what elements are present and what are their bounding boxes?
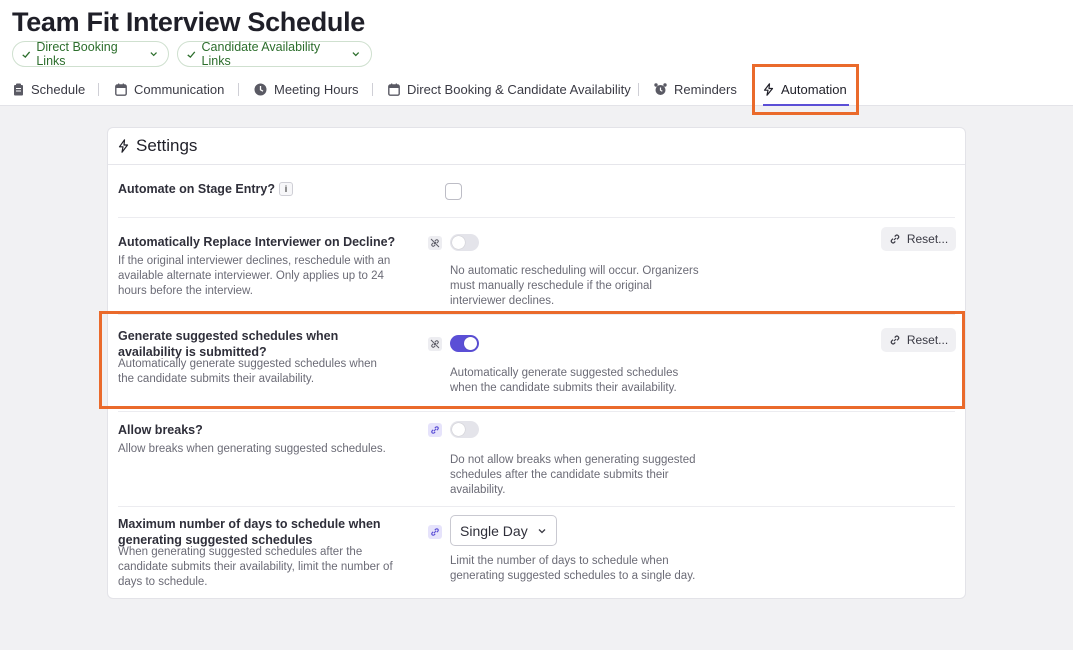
check-icon bbox=[187, 50, 196, 58]
row-divider bbox=[118, 217, 955, 218]
calendar-icon bbox=[115, 83, 127, 96]
max-days-select[interactable]: Single Day bbox=[450, 515, 557, 546]
tab-reminders[interactable]: Reminders bbox=[654, 78, 737, 100]
setting-label-automate-on-stage-entry: Automate on Stage Entry? i bbox=[118, 181, 293, 197]
replace-interviewer-toggle[interactable] bbox=[450, 234, 479, 251]
setting-label-max-days: Maximum number of days to schedule when … bbox=[118, 517, 381, 547]
lightning-bolt-icon bbox=[118, 139, 129, 153]
tab-label: Meeting Hours bbox=[274, 81, 359, 97]
chevron-down-icon bbox=[150, 52, 157, 57]
row-divider bbox=[118, 506, 955, 507]
info-icon[interactable]: i bbox=[278, 182, 293, 196]
settings-title: Settings bbox=[136, 136, 198, 155]
unlinked-icon[interactable] bbox=[428, 236, 442, 250]
tab-label: Direct Booking & Candidate Availability bbox=[407, 81, 631, 97]
tab-divider bbox=[98, 83, 99, 96]
tab-label: Schedule bbox=[31, 81, 86, 97]
pill-label: Direct Booking Links bbox=[36, 40, 118, 68]
setting-description-allow-breaks: Allow breaks when generating suggested s… bbox=[118, 443, 386, 455]
toggle-knob bbox=[452, 423, 465, 436]
reset-button[interactable]: Reset... bbox=[881, 227, 956, 251]
tab-direct-booking-candidate-availability[interactable]: Direct Booking & Candidate Availability bbox=[388, 78, 631, 100]
clipboard-icon bbox=[14, 83, 23, 95]
setting-label-allow-breaks: Allow breaks? bbox=[118, 423, 203, 437]
alarm-clock-icon bbox=[654, 82, 667, 95]
tab-bar: Schedule Communication Meeting Hours Dir… bbox=[0, 78, 1073, 106]
max-days-value-description: Limit the number of days to schedule whe… bbox=[450, 555, 696, 582]
link-icon bbox=[890, 234, 900, 244]
candidate-availability-links-dropdown[interactable]: Candidate Availability Links bbox=[177, 40, 372, 68]
automate-on-stage-entry-checkbox[interactable] bbox=[445, 183, 462, 200]
highlight-automation-tab bbox=[752, 64, 859, 115]
tab-label: Reminders bbox=[674, 81, 737, 97]
setting-description-replace-interviewer: If the original interviewer declines, re… bbox=[118, 255, 391, 297]
page-header: Team Fit Interview Schedule Direct Booki… bbox=[0, 0, 1073, 106]
tab-meeting-hours[interactable]: Meeting Hours bbox=[254, 78, 359, 100]
linked-icon[interactable] bbox=[428, 423, 442, 437]
replace-interviewer-value-description: No automatic rescheduling will occur. Or… bbox=[450, 265, 699, 307]
tab-divider bbox=[372, 83, 373, 96]
select-value: Single Day bbox=[460, 522, 528, 539]
chevron-down-icon bbox=[352, 52, 360, 57]
tab-divider bbox=[638, 83, 639, 96]
reset-label: Reset... bbox=[906, 232, 949, 246]
tab-label: Communication bbox=[134, 81, 225, 97]
settings-card-header: Settings bbox=[108, 128, 965, 165]
allow-breaks-value-description: Do not allow breaks when generating sugg… bbox=[450, 454, 696, 496]
toggle-knob bbox=[452, 236, 465, 249]
setting-label-replace-interviewer: Automatically Replace Interviewer on Dec… bbox=[118, 235, 396, 249]
clock-icon bbox=[254, 83, 267, 95]
allow-breaks-toggle[interactable] bbox=[450, 421, 479, 438]
chevron-down-icon bbox=[538, 528, 546, 533]
tab-communication[interactable]: Communication bbox=[115, 78, 224, 100]
setting-description-max-days: When generating suggested schedules afte… bbox=[118, 546, 393, 588]
direct-booking-links-dropdown[interactable]: Direct Booking Links bbox=[12, 40, 169, 68]
check-icon bbox=[22, 50, 31, 58]
calendar-icon bbox=[388, 83, 400, 96]
tab-schedule[interactable]: Schedule bbox=[13, 78, 85, 100]
setting-label-text: Automate on Stage Entry? bbox=[118, 182, 275, 196]
pill-label: Candidate Availability Links bbox=[201, 40, 321, 68]
linked-icon[interactable] bbox=[428, 525, 442, 539]
row-divider bbox=[118, 411, 955, 412]
highlight-generate-suggested-schedules-row bbox=[99, 311, 965, 409]
tab-divider bbox=[238, 83, 239, 96]
page-title: Team Fit Interview Schedule bbox=[12, 7, 365, 37]
